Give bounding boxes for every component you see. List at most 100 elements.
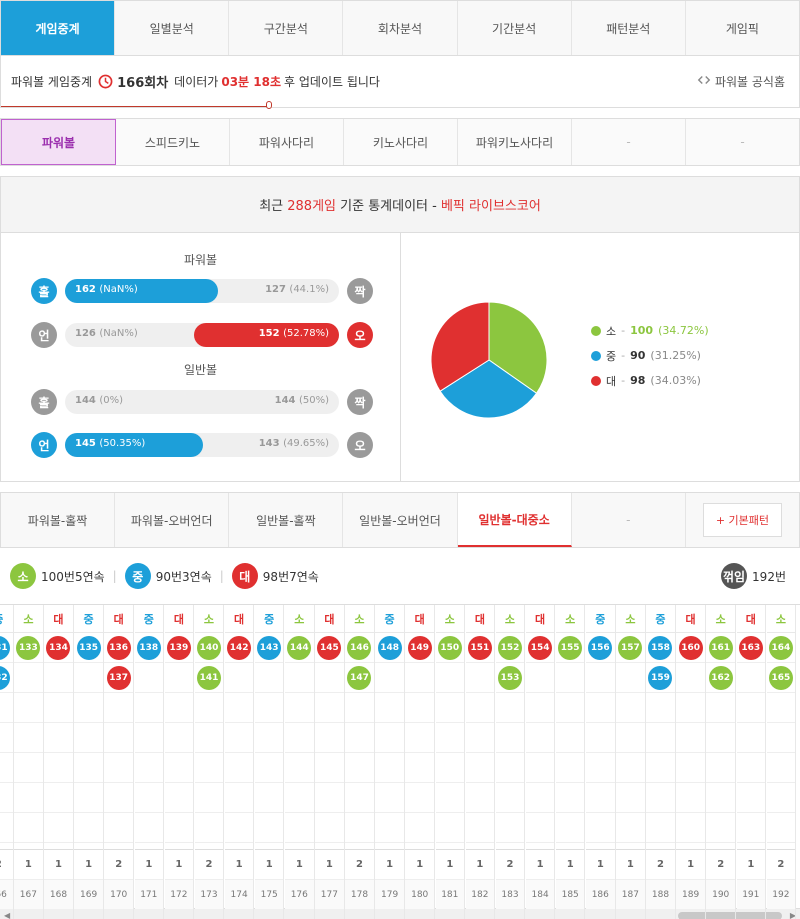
grid-cell (164, 693, 194, 723)
grid-cell (224, 693, 254, 723)
streak-divider: | (219, 569, 224, 583)
pattern-column: 소 133 1 167 (14, 605, 44, 919)
result-ball: 148 (377, 635, 402, 660)
grid-cell (676, 723, 705, 753)
grid-cell: 154 (525, 633, 555, 663)
tab-nb-size[interactable]: 일반볼-대중소 (457, 493, 572, 547)
grid-cell (285, 753, 314, 783)
grid-cell: 142 (224, 633, 254, 663)
pattern-nav: 파워볼-홀짝 파워볼-오버언더 일반볼-홀짝 일반볼-오버언더 일반볼-대중소 … (0, 492, 800, 548)
streak-count: 1 (254, 849, 284, 879)
normalball-title: 일반볼 (183, 363, 218, 377)
legend-dot (591, 350, 601, 361)
official-home-link[interactable]: 파워볼 공식홈 (697, 73, 785, 90)
pie-legend: 소 -100 (34.72%) 중 -90 (31.25%) 대 -98 (34.03%) (591, 318, 709, 393)
grid-cell (405, 693, 434, 723)
tab-period[interactable]: 기간분석 (457, 1, 572, 55)
stat-bar: 145 (50.35%) 143 (49.65%) (65, 433, 339, 457)
grid-cell (104, 783, 133, 813)
grid-cell (345, 723, 374, 753)
tab-pattern[interactable]: 패턴분석 (571, 1, 686, 55)
column-header: 대 (465, 605, 495, 633)
grid-cell: 162 (706, 663, 735, 693)
pattern-column: 중 148 1 179 (375, 605, 405, 919)
grid-cell (375, 723, 404, 753)
tab-keno-ladder[interactable]: 키노사다리 (344, 119, 458, 165)
grid-cell (525, 663, 555, 693)
pattern-column: 중 158 159 2 188 (646, 605, 676, 919)
result-ball: 140 (196, 635, 221, 660)
streak-count: 1 (435, 849, 465, 879)
tab-powerkeno-ladder[interactable]: 파워키노사다리 (458, 119, 572, 165)
grid-cell (315, 723, 344, 753)
tab-range[interactable]: 구간분석 (229, 1, 344, 55)
tab-powerball[interactable]: 파워볼 (1, 119, 116, 165)
round-number-cell: 183 (495, 879, 525, 909)
round-number-cell: 169 (74, 879, 103, 909)
streak-count: 1 (525, 849, 555, 879)
countdown: 03분 18초 (221, 75, 282, 89)
grid-cell: 153 (495, 663, 525, 693)
grid-cell (616, 783, 645, 813)
round-number-cell: 187 (616, 879, 645, 909)
grid-cell (586, 723, 615, 753)
grid-cell (254, 693, 284, 723)
round-number-cell: 175 (254, 879, 284, 909)
update-progress (1, 106, 269, 107)
grid-cell (134, 753, 164, 783)
legend-pct: (31.25%) (650, 349, 701, 362)
stat-right-badge: 짝 (347, 389, 373, 415)
result-ball: 157 (618, 635, 643, 660)
grid-cell (224, 753, 254, 783)
tab-nb-overunder[interactable]: 일반볼-오버언더 (343, 493, 458, 547)
streak-count: 1 (555, 849, 585, 879)
tab-pick[interactable]: 게임픽 (685, 1, 799, 55)
grid-cell: 163 (736, 633, 766, 663)
tab-power-ladder[interactable]: 파워사다리 (230, 119, 344, 165)
streak-count: 2 (495, 849, 525, 879)
result-ball: 156 (588, 635, 613, 660)
grid-cell (14, 753, 43, 783)
head-mid: 기준 통계데이터 - (340, 199, 437, 214)
grid-cell (465, 723, 495, 753)
stat-row: 홀 짝 144 (0%) 144 (50%) (31, 389, 373, 415)
tab-live[interactable]: 게임중계 (1, 1, 116, 55)
legend-pct: (34.72%) (658, 324, 709, 337)
result-ball: 150 (437, 635, 462, 660)
column-header: 중 (134, 605, 164, 633)
tab-pb-overunder[interactable]: 파워볼-오버언더 (115, 493, 230, 547)
pattern-column: 중 135 1 169 (74, 605, 104, 919)
grid-cell (706, 693, 735, 723)
grid-cell: 144 (285, 633, 314, 663)
basic-pattern-button[interactable]: + 기본패턴 (702, 503, 783, 537)
pattern-column: 소 152 153 2 183 (495, 605, 526, 919)
grid-cell (586, 693, 615, 723)
grid-cell (375, 693, 404, 723)
column-header: 대 (525, 605, 555, 633)
tab-speedkeno[interactable]: 스피드키노 (116, 119, 230, 165)
grid-cell (495, 723, 525, 753)
grid-cell (616, 813, 645, 843)
grid-cell (285, 693, 314, 723)
tab-round[interactable]: 회차분석 (343, 1, 458, 55)
tab-pb-oddeven[interactable]: 파워볼-홀짝 (1, 493, 116, 547)
grid-cell (465, 663, 495, 693)
legend-sep: - (621, 349, 626, 362)
grid-cell (74, 693, 103, 723)
tab-nb-oddeven[interactable]: 일반볼-홀짝 (229, 493, 344, 547)
result-ball: 153 (497, 665, 522, 690)
stat-right-value: 143 (49.65%) (258, 438, 329, 449)
legend-label: 중 (606, 349, 617, 363)
head-brand: 베픽 라이브스코어 (440, 199, 541, 214)
grid-cell (405, 723, 434, 753)
grid-cell (0, 723, 13, 753)
grid-cell (646, 693, 675, 723)
stat-right-pct: (50%) (298, 395, 329, 406)
grid-cell (706, 723, 735, 753)
grid-cell (194, 753, 224, 783)
round-number-cell: 181 (435, 879, 465, 909)
flip-text: 192번 (752, 569, 786, 584)
tab-empty: - (571, 493, 686, 547)
tab-daily[interactable]: 일별분석 (115, 1, 230, 55)
grid-cell (736, 693, 766, 723)
